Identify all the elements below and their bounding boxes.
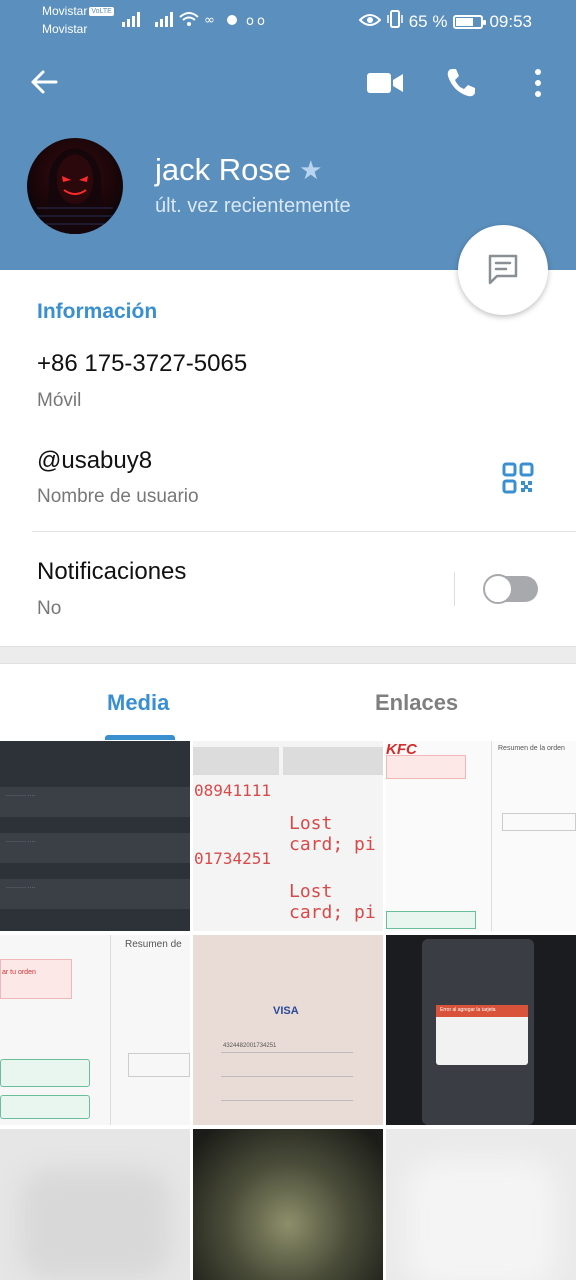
video-camera-icon [367,73,403,93]
thumb-row [0,833,190,863]
last-seen-status: últ. vez recientemente [155,195,351,217]
svg-text:oo: oo [246,14,268,28]
eye-icon [358,12,382,32]
thumb-field [128,1053,190,1077]
tab-media[interactable]: Media [107,690,169,716]
avatar-image [37,148,113,234]
thumb-alert [0,959,72,999]
voice-call-button[interactable] [444,66,478,100]
media-thumbnail[interactable]: VISA 4324482001734251 [193,935,383,1125]
media-thumbnail[interactable] [386,1129,576,1280]
battery-icon [453,14,487,29]
section-gap [0,646,576,664]
media-thumbnail[interactable]: KFC Resumen de la orden [386,741,576,931]
lost-card-caption-b: Lost card; pi [289,881,376,923]
send-message-button[interactable] [458,225,548,315]
thumb-text-line: ·········· ···· [6,793,36,799]
media-thumbnail[interactable]: Error al agregar la tarjeta [386,935,576,1125]
username-label: Nombre de usuario [37,486,199,507]
back-button[interactable] [28,66,60,98]
thumb-field [221,1061,353,1077]
phone-icon [447,69,475,97]
signal-wifi-icons: ∞ oo [122,12,268,29]
thumb-header-cell [283,747,383,775]
carrier-secondary: Movistar [42,22,88,36]
blurred-content [406,1159,556,1280]
thumb-header-cell [193,747,279,775]
more-options-button[interactable] [528,66,548,100]
vibrate-icon [386,10,403,33]
thumb-alert-text: ar tu orden [2,969,36,976]
qr-code-button[interactable] [502,462,534,494]
thumb-field [0,1059,90,1087]
battery-percent: 65 % [408,11,448,31]
error-dialog-title: Error al agregar la tarjeta [440,1007,496,1013]
profile-name-row: jack Rose ★ [155,152,322,188]
active-tab-indicator [105,735,175,740]
video-call-button[interactable] [366,68,404,98]
media-thumbnail[interactable] [193,1129,383,1280]
info-section-title: Información [37,300,158,323]
thumb-field [221,1085,353,1101]
qr-code-icon [502,462,534,494]
star-icon: ★ [299,154,323,185]
status-right: 65 % 09:53 [358,10,532,33]
blurred-content [20,1169,170,1279]
card-number-a: 08941111 [194,781,272,800]
order-summary-title: Resumen de la orden [498,745,565,752]
media-thumbnail[interactable]: 08941111 Lost card; pi 01734251 Lost car… [193,741,383,931]
phone-number[interactable]: +86 175-3727-5065 [37,350,247,378]
notifications-label[interactable]: Notificaciones [37,558,186,586]
arrow-left-icon [31,70,58,94]
phone-label: Móvil [37,390,82,411]
username[interactable]: @usabuy8 [37,447,152,475]
volte-badge: VoLTE [89,7,114,16]
carrier-primary-label: Movistar [42,4,88,18]
media-thumbnail[interactable]: ·········· ···· ·········· ···· ········… [0,741,190,931]
thumb-split [491,741,492,931]
thumb-text-line: ·········· ···· [6,839,36,845]
thumb-split [110,935,111,1125]
tab-links[interactable]: Enlaces [375,690,458,716]
svg-text:∞: ∞ [204,13,218,28]
media-grid: ·········· ···· ·········· ···· ········… [0,741,576,1280]
media-thumbnail[interactable]: ar tu orden Resumen de [0,935,190,1125]
thumb-field [502,813,576,831]
card-number: 4324482001734251 [223,1043,277,1049]
thumb-field [0,1095,90,1119]
carrier-primary: Movistar VoLTE [42,4,114,18]
lost-card-caption-a: Lost card; pi [289,813,376,855]
thumb-row [0,787,190,817]
toggle-separator [454,572,455,606]
avatar[interactable] [27,138,123,234]
profile-name: jack Rose [155,152,292,187]
thumb-row [0,879,190,909]
notifications-toggle[interactable] [483,574,538,604]
thumb-alert [386,755,466,779]
media-thumbnail[interactable] [0,1129,190,1280]
section-divider [32,531,576,532]
more-vertical-icon [535,69,541,97]
notifications-value: No [37,598,62,619]
thumb-field [386,911,476,929]
visa-logo: VISA [273,1005,299,1017]
card-number-b: 01734251 [194,849,272,868]
toggle-knob [483,574,513,604]
thumb-text-line: ·········· ···· [6,885,36,891]
signal-icons: ∞ oo [122,10,272,32]
order-summary-title: Resumen de [125,939,182,950]
status-bar: Movistar VoLTE Movistar ∞ oo 65 % 09:53 [0,0,576,40]
message-icon [488,254,518,285]
clock: 09:53 [489,11,532,31]
